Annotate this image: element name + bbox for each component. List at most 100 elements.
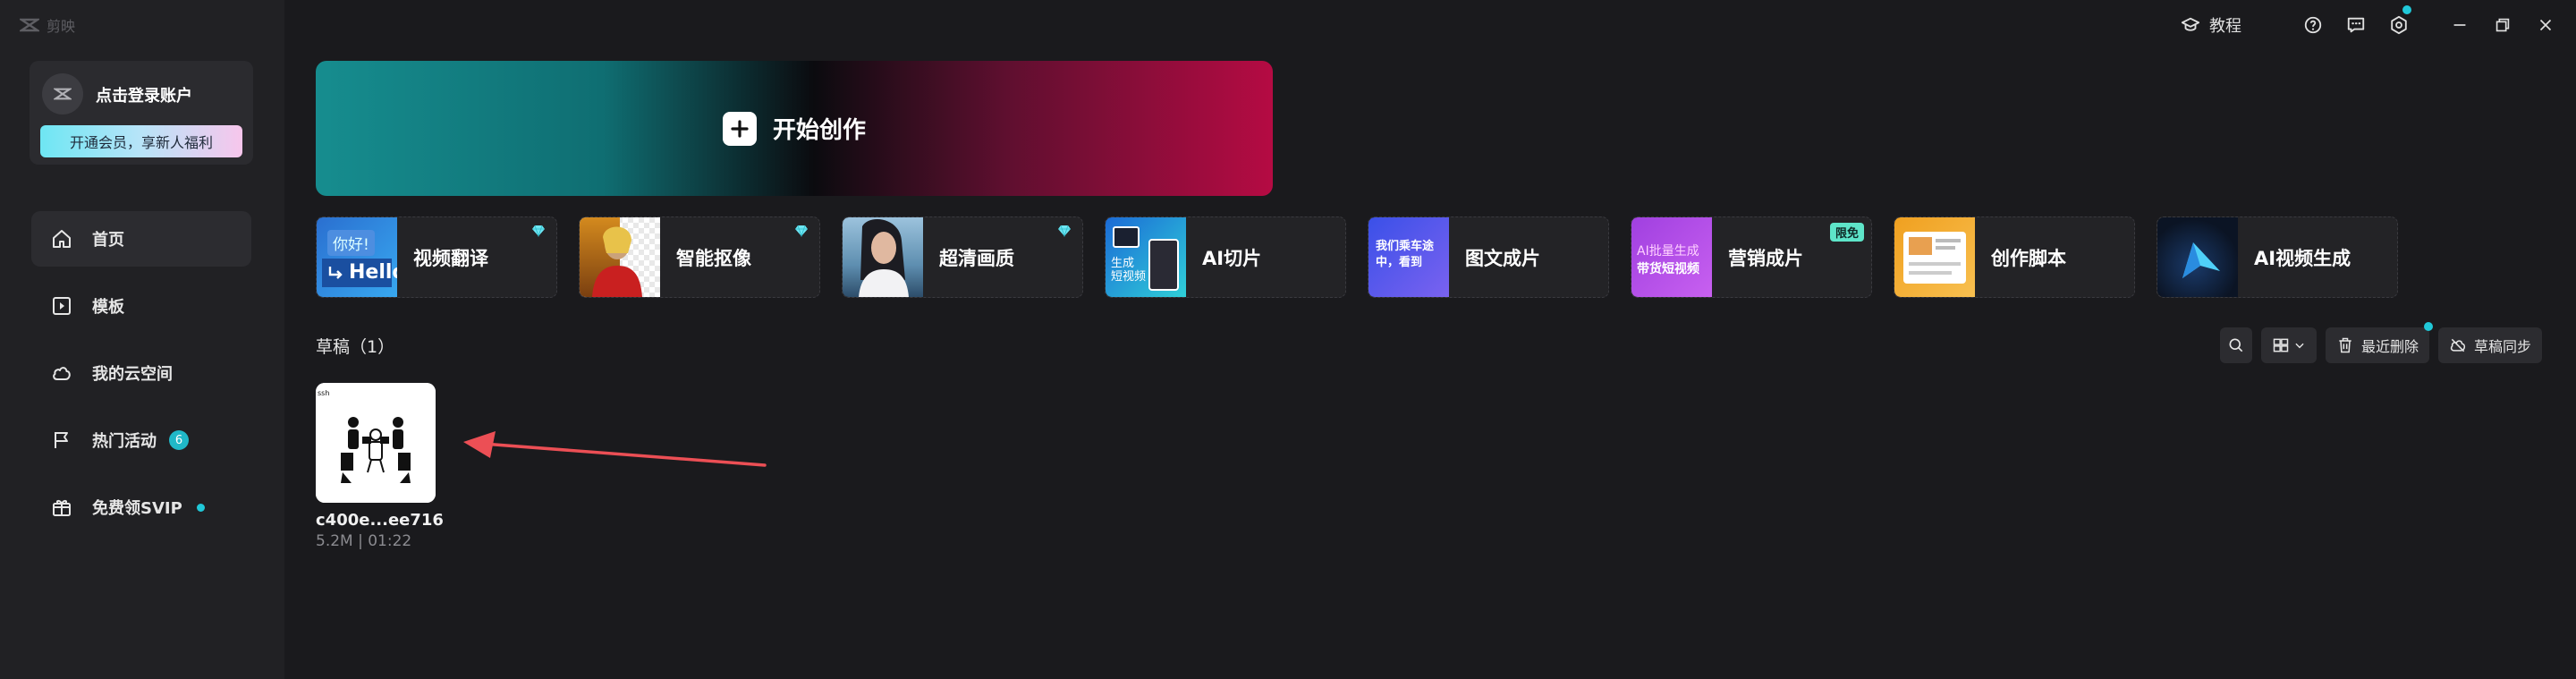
sidebar-item-templates[interactable]: 模板: [31, 278, 251, 334]
view-mode-dropdown[interactable]: [2260, 327, 2317, 363]
help-icon: [2304, 16, 2322, 34]
sidebar-item-label: 模板: [92, 298, 124, 317]
cloud-icon: [53, 367, 71, 380]
login-link[interactable]: 点击登录账户: [96, 83, 192, 106]
feature-label: AI切片: [1202, 247, 1262, 269]
template-icon: [53, 297, 71, 315]
events-count-badge: 6: [169, 430, 189, 450]
minimize-button[interactable]: [2438, 4, 2481, 47]
feature-ultra-hd[interactable]: 超清画质: [842, 216, 1083, 298]
drafts-toolbar: 最近删除 草稿同步: [2219, 322, 2542, 363]
feature-ai-video-generate[interactable]: AI视频生成: [2157, 216, 2398, 298]
close-icon: [2539, 19, 2552, 31]
sidebar-item-home[interactable]: 首页: [31, 211, 251, 267]
draft-thumbnail[interactable]: ssh: [316, 383, 436, 503]
notification-dot: [196, 503, 205, 512]
restore-icon: [2496, 18, 2510, 32]
feature-image-text-video[interactable]: 我们乘车途 中，看到 图文成片: [1368, 216, 1609, 298]
thumb-text: 生成: [1111, 257, 1135, 270]
feature-label: 营销成片: [1728, 247, 1803, 269]
notification-dot: [2423, 322, 2433, 331]
feature-ai-clips[interactable]: 生成 短视频 AI切片: [1105, 216, 1346, 298]
feature-label: 视频翻译: [413, 247, 488, 269]
diamond-icon: [1058, 225, 1071, 237]
send-arrow-icon: [2182, 242, 2220, 278]
diamond-icon: [532, 225, 545, 237]
feature-label: AI视频生成: [2254, 247, 2351, 269]
notification-dot: [2402, 5, 2411, 14]
app-logo: 剪映: [20, 14, 75, 36]
recently-deleted-label: 最近删除: [2360, 338, 2419, 355]
settings-button[interactable]: [2377, 4, 2420, 47]
start-creating-label: 开始创作: [772, 117, 866, 144]
feature-label: 创作脚本: [1991, 247, 2066, 269]
ultra-hd-thumbnail: [843, 217, 923, 297]
feedback-button[interactable]: [2334, 4, 2377, 47]
video-translate-thumbnail: 你好! Hello: [317, 217, 397, 297]
draft-meta: 5.2M | 01:22: [316, 532, 412, 550]
restore-button[interactable]: [2481, 4, 2524, 47]
creative-script-thumbnail: [1894, 217, 1975, 297]
limited-free-badge: 限免: [1829, 223, 1864, 242]
marketing-video-thumbnail: AI批量生成 带货短视频: [1631, 217, 1712, 297]
smart-cutout-thumbnail: [580, 217, 660, 297]
translate-arrow-icon: [328, 267, 343, 279]
feature-smart-cutout[interactable]: 智能抠像: [579, 216, 820, 298]
capcut-logo-icon: [54, 88, 72, 100]
tutorial-label: 教程: [2209, 17, 2241, 36]
vip-promo-button[interactable]: 开通会员，享新人福利: [40, 125, 242, 157]
recently-deleted-button[interactable]: 最近删除: [2325, 322, 2433, 363]
sidebar-item-cloud[interactable]: 我的云空间: [31, 345, 251, 401]
home-icon: [53, 230, 71, 248]
login-card[interactable]: 点击登录账户 开通会员，享新人福利: [30, 61, 253, 165]
sidebar-item-svip[interactable]: 免费领SVIP: [31, 480, 251, 535]
thumb-text: 带货短视频: [1637, 262, 1699, 276]
thumb-text: 中，看到: [1376, 256, 1423, 269]
tutorial-button[interactable]: 教程: [2181, 13, 2241, 37]
graduation-cap-icon: [2181, 17, 2200, 31]
sidebar-nav: 首页 模板 我的云空间 热门活动 6 免费领SVIP: [31, 211, 251, 547]
ai-clips-thumbnail: 生成 短视频: [1106, 217, 1186, 297]
feature-marketing-video[interactable]: AI批量生成 带货短视频 营销成片 限免: [1631, 216, 1872, 298]
close-button[interactable]: [2524, 4, 2567, 47]
grid-view-icon: [2273, 338, 2289, 352]
draft-sync-label: 草稿同步: [2473, 338, 2531, 355]
sidebar-item-label: 热门活动: [92, 432, 157, 451]
plus-icon: [722, 111, 757, 146]
draft-name[interactable]: c400e...ee716: [316, 511, 444, 530]
sidebar-item-events[interactable]: 热门活动 6: [31, 412, 251, 468]
ai-video-generate-thumbnail: [2157, 217, 2238, 297]
avatar[interactable]: [42, 73, 83, 115]
chevron-down-icon: [2295, 343, 2304, 349]
sidebar-item-label: 首页: [92, 231, 124, 250]
thumb-text: 你好!: [327, 230, 375, 256]
capcut-logo-icon: [20, 18, 39, 32]
start-creating-button[interactable]: 开始创作: [316, 61, 1273, 196]
flag-icon: [55, 432, 68, 448]
sidebar: 剪映 点击登录账户 开通会员，享新人福利 首页 模板 我的云空间 热门活动 6 …: [0, 0, 284, 679]
draft-sync-button[interactable]: 草稿同步: [2437, 327, 2542, 363]
help-button[interactable]: [2292, 4, 2334, 47]
gift-icon: [53, 500, 71, 516]
feature-cards: 你好! Hello 视频翻译 智能抠像 超清画质 生成 短视频: [316, 216, 2398, 298]
thumb-text: 我们乘车途: [1376, 240, 1435, 253]
feature-label: 智能抠像: [676, 247, 751, 269]
thumb-text: 短视频: [1111, 270, 1147, 284]
message-icon: [2347, 17, 2365, 33]
feature-label: 超清画质: [939, 247, 1014, 269]
thumb-text: AI批量生成: [1637, 244, 1699, 259]
search-icon: [2229, 338, 2243, 352]
feature-video-translate[interactable]: 你好! Hello 视频翻译: [316, 216, 557, 298]
portrait-figure: [859, 219, 909, 297]
feature-creative-script[interactable]: 创作脚本: [1894, 216, 2135, 298]
gear-icon: [2391, 15, 2407, 35]
search-button[interactable]: [2219, 327, 2252, 363]
feature-label: 图文成片: [1465, 247, 1540, 269]
cloud-off-icon: [2450, 338, 2466, 352]
title-bar: 教程: [2181, 0, 2576, 50]
image-text-video-thumbnail: 我们乘车途 中，看到: [1368, 217, 1449, 297]
drafts-title: 草稿（1）: [316, 337, 395, 357]
sidebar-item-label: 我的云空间: [92, 365, 173, 384]
trash-icon: [2339, 337, 2351, 353]
person-silhouette: [592, 226, 642, 297]
